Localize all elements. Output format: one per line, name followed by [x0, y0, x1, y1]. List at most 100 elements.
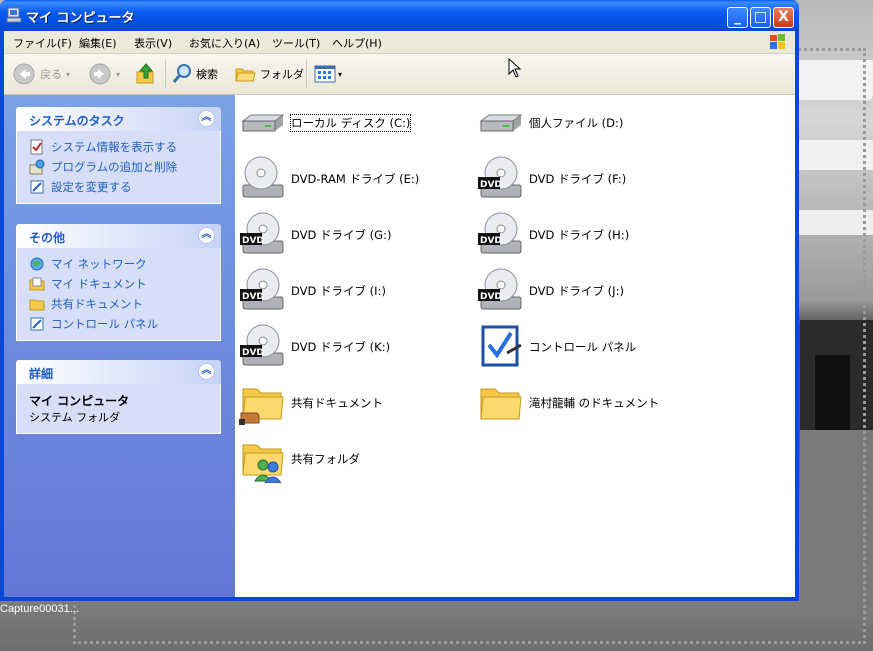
- svg-text:DVD: DVD: [242, 348, 264, 358]
- control-panel-icon: [30, 317, 44, 331]
- network-icon: [30, 257, 44, 271]
- svg-text:DVD: DVD: [242, 236, 264, 246]
- settings-icon: [30, 180, 44, 194]
- menu-bar: ファイル(F) 編集(E) 表示(V) お気に入り(A) ツール(T) ヘルプ(…: [4, 31, 795, 54]
- drive-label: DVD ドライブ (F:): [529, 172, 627, 186]
- control-panel-link[interactable]: コントロール パネル: [17, 314, 220, 334]
- toolbar-separator: [165, 60, 166, 88]
- drive-item-c[interactable]: ローカル ディスク (C:): [239, 97, 412, 149]
- link-label: マイ ドキュメント: [51, 277, 147, 291]
- details-panel: 詳細 ︽ マイ コンピュータ システム フォルダ: [16, 360, 221, 434]
- forward-arrow-icon: [89, 63, 111, 85]
- cd-drive-icon: [242, 156, 284, 198]
- explorer-window: マイ コンピュータ _ □ X ファイル(F) 編集(E) 表示(V) お気に入…: [0, 0, 799, 601]
- file-view: ローカル ディスク (C:) 個人ファイル (D:) DVD-RAM ドライブ …: [235, 95, 795, 597]
- details-type: システム フォルダ: [29, 411, 121, 424]
- drive-label: DVD ドライブ (G:): [291, 228, 392, 242]
- hard-disk-icon: [241, 114, 285, 132]
- task-pane: システムのタスク ︽ システム情報を表示する プログラムの追加と削除 設定を変更…: [4, 95, 235, 597]
- views-dropdown-icon: ▾: [338, 69, 343, 79]
- users-folder-icon: [242, 444, 284, 483]
- drive-item-h[interactable]: DVD DVD ドライブ (H:): [477, 209, 629, 261]
- mouse-cursor-icon: [508, 58, 522, 78]
- add-remove-programs-link[interactable]: プログラムの追加と削除: [17, 157, 220, 177]
- other-places-title: その他: [29, 231, 66, 245]
- user-documents-item[interactable]: 滝村龍輔 のドキュメント: [477, 377, 659, 429]
- change-settings-link[interactable]: 設定を変更する: [17, 177, 220, 197]
- drive-item-k[interactable]: DVD DVD ドライブ (K:): [239, 321, 390, 373]
- drive-item-f[interactable]: DVD DVD ドライブ (F:): [477, 153, 626, 205]
- view-system-info-link[interactable]: システム情報を表示する: [17, 137, 220, 157]
- menu-tools[interactable]: ツール(T): [272, 35, 320, 51]
- drive-item-i[interactable]: DVD DVD ドライブ (I:): [239, 265, 386, 317]
- drive-item-d[interactable]: 個人ファイル (D:): [477, 97, 623, 149]
- toolbar: 戻る ▾ ▾ 検索 フォルダ ▾: [4, 54, 795, 95]
- details-name: マイ コンピュータ: [29, 394, 130, 408]
- collapse-chevron-icon[interactable]: ︽: [198, 110, 215, 127]
- system-tasks-title: システムのタスク: [29, 114, 125, 128]
- back-button[interactable]: 戻る ▾: [12, 62, 70, 86]
- other-places-panel: その他 ︽ マイ ネットワーク マイ ドキュメント 共有ドキュメント コントロー…: [16, 224, 221, 341]
- back-dropdown-icon[interactable]: ▾: [66, 70, 70, 79]
- folders-button[interactable]: フォルダ: [234, 62, 304, 86]
- collapse-chevron-icon[interactable]: ︽: [198, 227, 215, 244]
- minimize-button[interactable]: _: [727, 7, 748, 28]
- control-panel-item[interactable]: コントロール パネル: [477, 321, 636, 373]
- system-info-icon: [30, 139, 43, 155]
- shared-documents-item[interactable]: 共有ドキュメント: [239, 377, 383, 429]
- dvd-drive-icon: DVD: [478, 156, 522, 198]
- drive-label: DVD ドライブ (H:): [529, 228, 630, 242]
- drive-item-j[interactable]: DVD DVD ドライブ (J:): [477, 265, 624, 317]
- drive-label: ローカル ディスク (C:): [289, 114, 412, 132]
- item-label: コントロール パネル: [529, 340, 637, 354]
- up-folder-button[interactable]: [135, 62, 157, 86]
- maximize-button[interactable]: □: [750, 7, 771, 28]
- system-tasks-panel: システムのタスク ︽ システム情報を表示する プログラムの追加と削除 設定を変更…: [16, 107, 221, 204]
- drive-item-g[interactable]: DVD DVD ドライブ (G:): [239, 209, 391, 261]
- link-label: コントロール パネル: [51, 317, 159, 331]
- menu-help[interactable]: ヘルプ(H): [332, 35, 382, 51]
- forward-dropdown-icon[interactable]: ▾: [116, 70, 120, 79]
- shared-folders-item[interactable]: 共有フォルダ: [239, 433, 360, 485]
- item-label: 共有フォルダ: [291, 452, 360, 466]
- drive-label: DVD ドライブ (K:): [291, 340, 391, 354]
- search-label: 検索: [196, 68, 218, 81]
- hard-disk-icon: [479, 114, 523, 132]
- title-bar[interactable]: マイ コンピュータ _ □ X: [0, 0, 799, 30]
- item-label: 共有ドキュメント: [291, 396, 383, 410]
- folders-icon: [235, 68, 256, 82]
- other-places-header[interactable]: その他 ︽: [16, 224, 221, 248]
- computer-icon: [6, 7, 22, 23]
- menu-file[interactable]: ファイル(F): [13, 35, 72, 51]
- windows-logo-icon: [770, 34, 785, 49]
- shared-documents-link[interactable]: 共有ドキュメント: [17, 294, 220, 314]
- drive-label: DVD ドライブ (I:): [291, 284, 386, 298]
- drive-label: DVD-RAM ドライブ (E:): [291, 172, 420, 186]
- drive-label: 個人ファイル (D:): [529, 116, 624, 130]
- menu-view[interactable]: 表示(V): [134, 35, 172, 51]
- search-button[interactable]: 検索: [171, 62, 218, 86]
- views-button[interactable]: ▾: [314, 62, 342, 86]
- my-documents-link[interactable]: マイ ドキュメント: [17, 274, 220, 294]
- details-header[interactable]: 詳細 ︽: [16, 360, 221, 384]
- toolbar-separator: [306, 60, 307, 88]
- menu-edit[interactable]: 編集(E): [79, 35, 117, 51]
- my-network-link[interactable]: マイ ネットワーク: [17, 254, 220, 274]
- documents-icon: [29, 277, 45, 291]
- collapse-chevron-icon[interactable]: ︽: [198, 363, 215, 380]
- forward-button[interactable]: ▾: [88, 62, 120, 86]
- folders-label: フォルダ: [260, 68, 304, 81]
- drive-item-e[interactable]: DVD-RAM ドライブ (E:): [239, 153, 419, 205]
- folder-icon: [480, 388, 522, 420]
- system-tasks-header[interactable]: システムのタスク ︽: [16, 107, 221, 131]
- menu-favorites[interactable]: お気に入り(A): [189, 35, 260, 51]
- dvd-drive-icon: DVD: [478, 212, 522, 254]
- up-folder-icon: [136, 63, 154, 84]
- drive-label: DVD ドライブ (J:): [529, 284, 624, 298]
- item-label: 滝村龍輔 のドキュメント: [529, 396, 660, 410]
- svg-text:DVD: DVD: [480, 236, 502, 246]
- close-button[interactable]: X: [773, 7, 794, 28]
- link-label: プログラムの追加と削除: [51, 160, 178, 174]
- link-label: 設定を変更する: [51, 180, 132, 194]
- dvd-drive-icon: DVD: [240, 268, 284, 310]
